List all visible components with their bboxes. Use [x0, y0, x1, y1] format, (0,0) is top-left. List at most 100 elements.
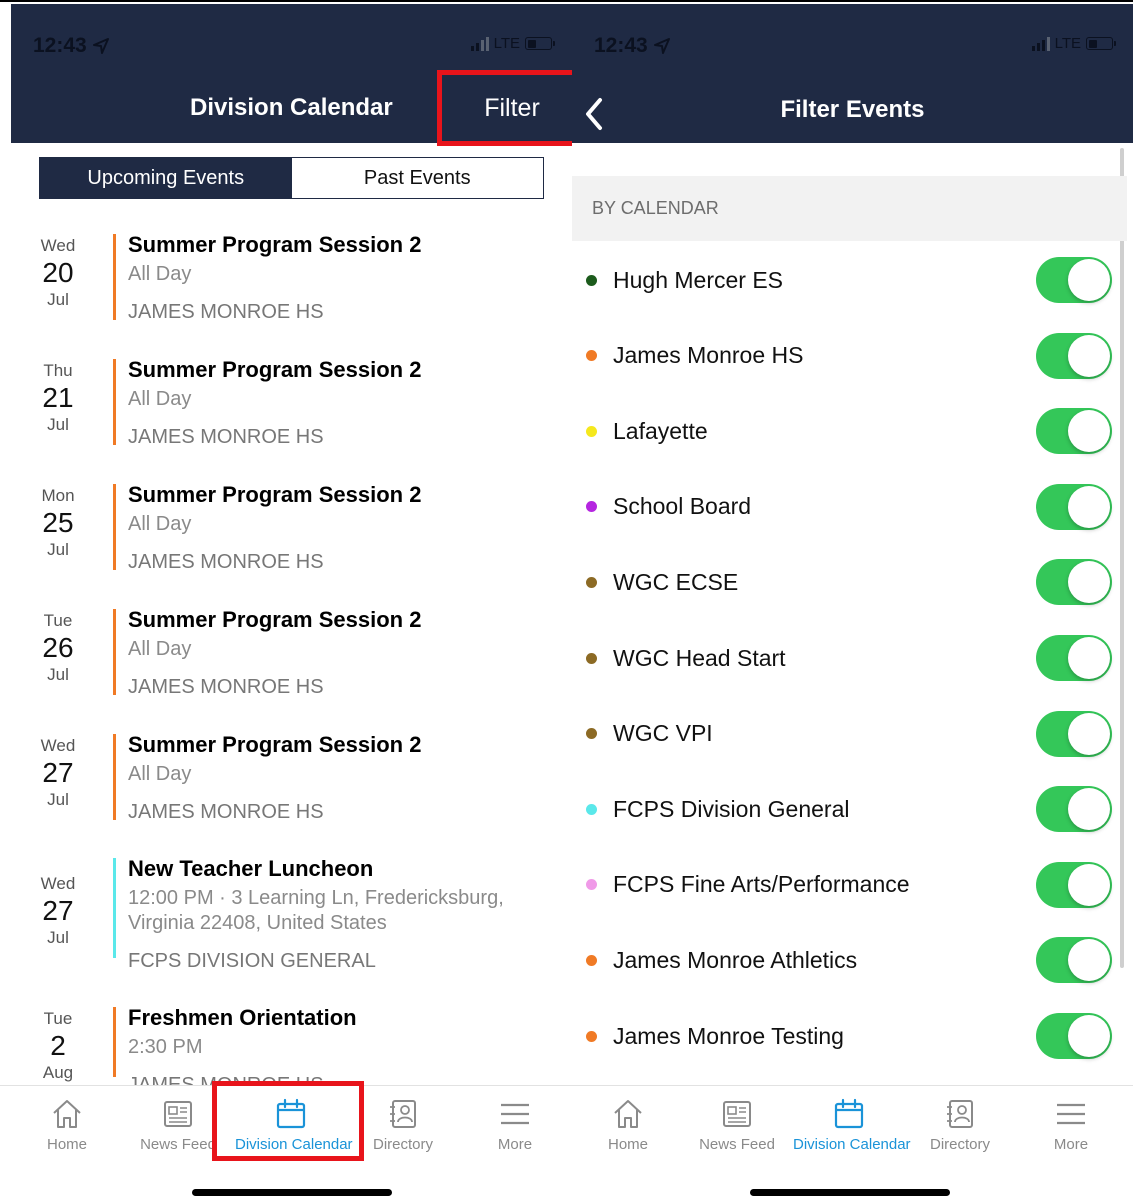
calendar-filter-row: Hugh Mercer ES [572, 242, 1127, 318]
event-date: Tue 26 Jul [28, 611, 88, 685]
tab-directory[interactable]: Directory [904, 1098, 1016, 1153]
menu-icon [459, 1098, 571, 1130]
calendar-toggle[interactable] [1036, 483, 1112, 530]
calendar-toggle[interactable] [1036, 559, 1112, 606]
event-month: Jul [47, 414, 69, 434]
calendar-color-bar [113, 234, 116, 320]
tab-label: More [1053, 1136, 1089, 1153]
calendar-toggle[interactable] [1036, 786, 1112, 833]
calendar-toggle[interactable] [1036, 710, 1112, 757]
calendar-color-dot [586, 350, 597, 362]
calendar-toggle[interactable] [1036, 937, 1112, 984]
event-title: Summer Program Session 2 [128, 732, 422, 757]
calendar-toggle[interactable] [1036, 408, 1112, 455]
calendar-color-dot [586, 576, 597, 588]
calendar-color-dot [586, 954, 597, 966]
tab-news-feed[interactable]: News Feed [681, 1098, 793, 1153]
tab-past-events[interactable]: Past Events [291, 158, 543, 198]
event-title: Summer Program Session 2 [128, 607, 422, 632]
tab-more[interactable]: More [459, 1098, 571, 1153]
calendar-color-dot [586, 274, 597, 286]
tab-upcoming-events[interactable]: Upcoming Events [40, 158, 292, 198]
location-arrow-icon [92, 38, 109, 54]
event-title: Freshmen Orientation [128, 1005, 357, 1030]
event-weekday: Mon [41, 486, 75, 505]
calendar-toggle[interactable] [1036, 257, 1112, 303]
tab-label: News Feed [699, 1136, 775, 1153]
event-time: All Day [128, 263, 192, 285]
event-weekday: Thu [43, 361, 73, 380]
event-details: Summer Program Session 2 All Day JAMES MON… [128, 482, 548, 574]
event-day: 2 [50, 1030, 66, 1061]
event-time: All Day [128, 513, 192, 535]
event-day: 26 [42, 632, 74, 663]
event-date: Wed 27 Jul [28, 736, 88, 810]
tab-home[interactable]: Home [11, 1098, 123, 1153]
event-date: Tue 2 Aug [28, 1009, 88, 1083]
status-indicators: LTE [470, 35, 555, 52]
tab-more[interactable]: More [1015, 1098, 1127, 1153]
event-details: New Teacher Luncheon 12:00 PM · 3 Learnin… [128, 856, 548, 973]
filter-button[interactable]: Filter [437, 70, 572, 146]
event-calendar: FCPS DIVISION GENERAL [128, 950, 376, 972]
event-month: Jul [47, 927, 69, 947]
event-weekday: Wed [40, 874, 76, 893]
event-segment-control: Upcoming Events Past Events [39, 157, 544, 199]
toggle-knob [1068, 410, 1110, 453]
calendar-color-dot [586, 501, 597, 513]
calendar-toggle[interactable] [1036, 1013, 1112, 1059]
battery-icon [525, 37, 555, 50]
event-calendar: JAMES MONROE HS [128, 676, 324, 698]
event-month: Jul [47, 664, 69, 684]
calendar-toggle[interactable] [1036, 332, 1112, 379]
tab-label: More [497, 1136, 533, 1153]
calendar-name: FCPS Division General [613, 795, 850, 822]
calendar-filter-row: School Board [572, 469, 1127, 545]
calendar-name: School Board [613, 493, 752, 520]
status-indicators: LTE [1031, 35, 1116, 52]
division-calendar-screen: 12:43 LTE Division Calendar Filter Upcom… [0, 0, 572, 1204]
event-date: Wed 27 Jul [28, 874, 88, 948]
tab-division-calendar[interactable]: Division Calendar [793, 1098, 911, 1153]
tab-home[interactable]: Home [572, 1098, 684, 1153]
event-date: Mon 25 Jul [28, 486, 88, 560]
calendar-filter-row: FCPS Fine Arts/Performance [572, 847, 1127, 923]
toggle-knob [1068, 1015, 1110, 1057]
clock: 12:43 [594, 34, 648, 57]
event-day: 27 [42, 895, 74, 926]
calendar-filter-row: WGC ECSE [572, 544, 1127, 620]
toggle-knob [1068, 939, 1110, 982]
event-day: 25 [42, 507, 74, 538]
clock: 12:43 [33, 34, 87, 57]
network-label: LTE [493, 35, 520, 52]
location-arrow-icon [653, 38, 670, 54]
calendar-toggle[interactable] [1036, 861, 1112, 908]
calendar-color-bar [113, 359, 116, 445]
filter-label: Filter [484, 93, 540, 122]
calendar-color-bar [113, 858, 116, 958]
tab-bar: Home News Feed Division Calendar Directory M… [572, 1085, 1133, 1204]
event-time: 12:00 PM · 3 Learning Ln, Fredericksburg… [128, 887, 504, 934]
calendar-icon [793, 1098, 905, 1130]
calendar-color-bar [113, 609, 116, 695]
event-calendar: JAMES MONROE HS [128, 551, 324, 573]
toggle-knob [1068, 788, 1110, 831]
calendar-color-bar [113, 1007, 116, 1077]
calendar-name: WGC Head Start [613, 644, 786, 671]
calendar-toggle[interactable] [1036, 635, 1112, 681]
calendar-filter-row: James Monroe Athletics [572, 922, 1127, 998]
event-month: Jul [47, 289, 69, 309]
calendar-name: WGC ECSE [613, 568, 739, 595]
event-month: Jul [47, 789, 69, 809]
event-calendar: JAMES MONROE HS [128, 801, 324, 823]
home-icon [572, 1098, 684, 1130]
calendar-filter-row: WGC Head Start [572, 620, 1127, 696]
home-indicator [750, 1189, 950, 1196]
calendar-color-dot [586, 803, 597, 815]
tab-label: News Feed [140, 1136, 216, 1153]
directory-icon [904, 1098, 1016, 1130]
toggle-knob [1068, 712, 1110, 755]
event-day: 21 [42, 382, 74, 413]
home-indicator [192, 1189, 392, 1196]
tab-label: Division Calendar [793, 1136, 911, 1153]
